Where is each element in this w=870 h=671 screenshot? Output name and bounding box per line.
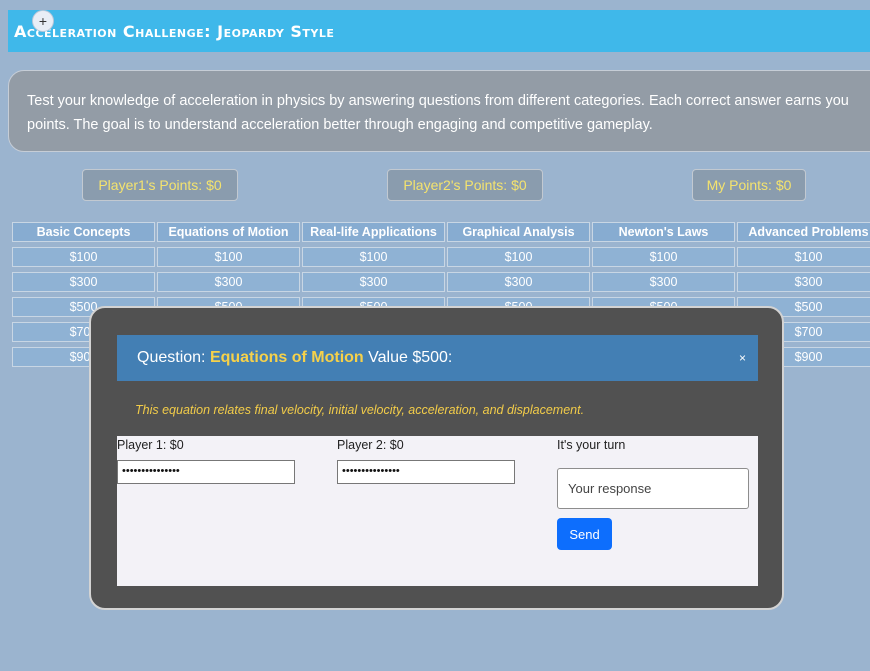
question-prefix: Question:: [137, 349, 210, 366]
answer-area: Player 1: $0 ••••••••••••••• Player 2: $…: [117, 436, 758, 586]
player2-label: Player 2: $0: [337, 438, 404, 452]
question-value: Value $500:: [363, 349, 453, 366]
send-button[interactable]: Send: [557, 518, 612, 550]
category-header: Real-life Applications: [302, 222, 445, 242]
category-header: Basic Concepts: [12, 222, 155, 242]
close-icon[interactable]: ×: [739, 335, 746, 381]
question-cell[interactable]: $100: [737, 247, 870, 267]
player2-answer-field[interactable]: •••••••••••••••: [337, 460, 515, 484]
app-header: Acceleration Challenge: Jeopardy Style: [8, 10, 870, 52]
question-cell[interactable]: $300: [12, 272, 155, 292]
question-cell[interactable]: $100: [302, 247, 445, 267]
question-header: Question: Equations of Motion Value $500…: [117, 335, 758, 381]
intro-text: Test your knowledge of acceleration in p…: [8, 70, 870, 152]
my-points: My Points: $0: [692, 169, 806, 201]
category-header: Equations of Motion: [157, 222, 300, 242]
question-cell[interactable]: $300: [157, 272, 300, 292]
question-category: Equations of Motion: [209, 349, 364, 366]
category-header: Newton's Laws: [592, 222, 735, 242]
question-cell[interactable]: $100: [12, 247, 155, 267]
player1-points: Player1's Points: $0: [82, 169, 238, 201]
turn-label: It's your turn: [557, 438, 626, 452]
zoom-in-icon[interactable]: +: [32, 10, 54, 32]
question-cell[interactable]: $100: [447, 247, 590, 267]
question-cell[interactable]: $100: [157, 247, 300, 267]
player1-answer-field[interactable]: •••••••••••••••: [117, 460, 295, 484]
question-cell[interactable]: $300: [592, 272, 735, 292]
question-cell[interactable]: $300: [447, 272, 590, 292]
response-input[interactable]: [557, 468, 749, 509]
question-clue: This equation relates final velocity, in…: [135, 403, 585, 417]
question-cell[interactable]: $300: [737, 272, 870, 292]
player1-label: Player 1: $0: [117, 438, 184, 452]
question-cell[interactable]: $300: [302, 272, 445, 292]
question-cell[interactable]: $100: [592, 247, 735, 267]
player2-points: Player2's Points: $0: [387, 169, 543, 201]
question-modal: Question: Equations of Motion Value $500…: [89, 306, 784, 610]
category-header: Advanced Problems: [737, 222, 870, 242]
category-header: Graphical Analysis: [447, 222, 590, 242]
page-title: Acceleration Challenge: Jeopardy Style: [14, 22, 335, 41]
